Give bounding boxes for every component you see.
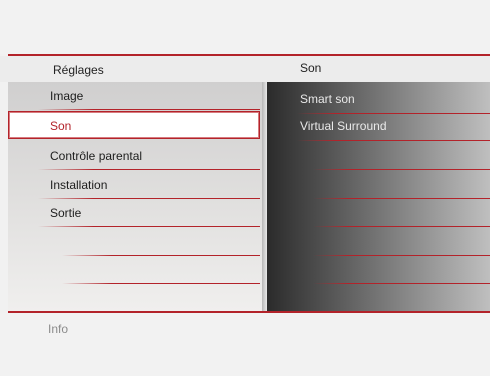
menu-item-separator (38, 109, 260, 110)
option-separator (313, 283, 490, 284)
menu-item-separator (38, 226, 260, 227)
option-virtual-surround[interactable]: Virtual Surround (267, 113, 490, 141)
header-row: Réglages Son (0, 56, 490, 82)
menu-item-controle-parental[interactable]: Contrôle parental (8, 142, 260, 170)
menu-item-empty (8, 285, 260, 313)
menu-item-son[interactable]: Son (8, 111, 260, 139)
option-separator (313, 226, 490, 227)
menu-item-label: Installation (50, 178, 108, 192)
submenu-title: Son (300, 61, 322, 75)
option-separator (297, 140, 490, 141)
bottom-band (0, 313, 490, 376)
top-band (0, 0, 490, 54)
menu-item-empty (8, 228, 260, 256)
option-label: Virtual Surround (300, 119, 387, 133)
option-empty (267, 142, 490, 170)
menu-item-label: Contrôle parental (50, 149, 143, 163)
menu-item-label: Image (50, 89, 84, 103)
option-separator (313, 169, 490, 170)
option-smart-son[interactable]: Smart son (267, 86, 490, 114)
option-empty (267, 256, 490, 284)
option-label: Smart son (300, 92, 355, 106)
menu-title: Réglages (53, 63, 104, 77)
menu-item-image[interactable]: Image (8, 82, 260, 110)
option-empty (267, 228, 490, 256)
menu-item-installation[interactable]: Installation (8, 171, 260, 199)
menu-item-separator (38, 169, 260, 170)
menu-item-label: Sortie (50, 206, 82, 220)
menu-item-sortie[interactable]: Sortie (8, 199, 260, 227)
option-empty (267, 199, 490, 227)
menu-item-separator (62, 283, 260, 284)
settings-screen: Réglages Son Image Son Contrôle parental… (0, 0, 490, 376)
menu-item-empty (8, 256, 260, 284)
info-label: Info (48, 322, 69, 336)
option-empty (267, 171, 490, 199)
menu-item-label: Son (50, 119, 72, 133)
